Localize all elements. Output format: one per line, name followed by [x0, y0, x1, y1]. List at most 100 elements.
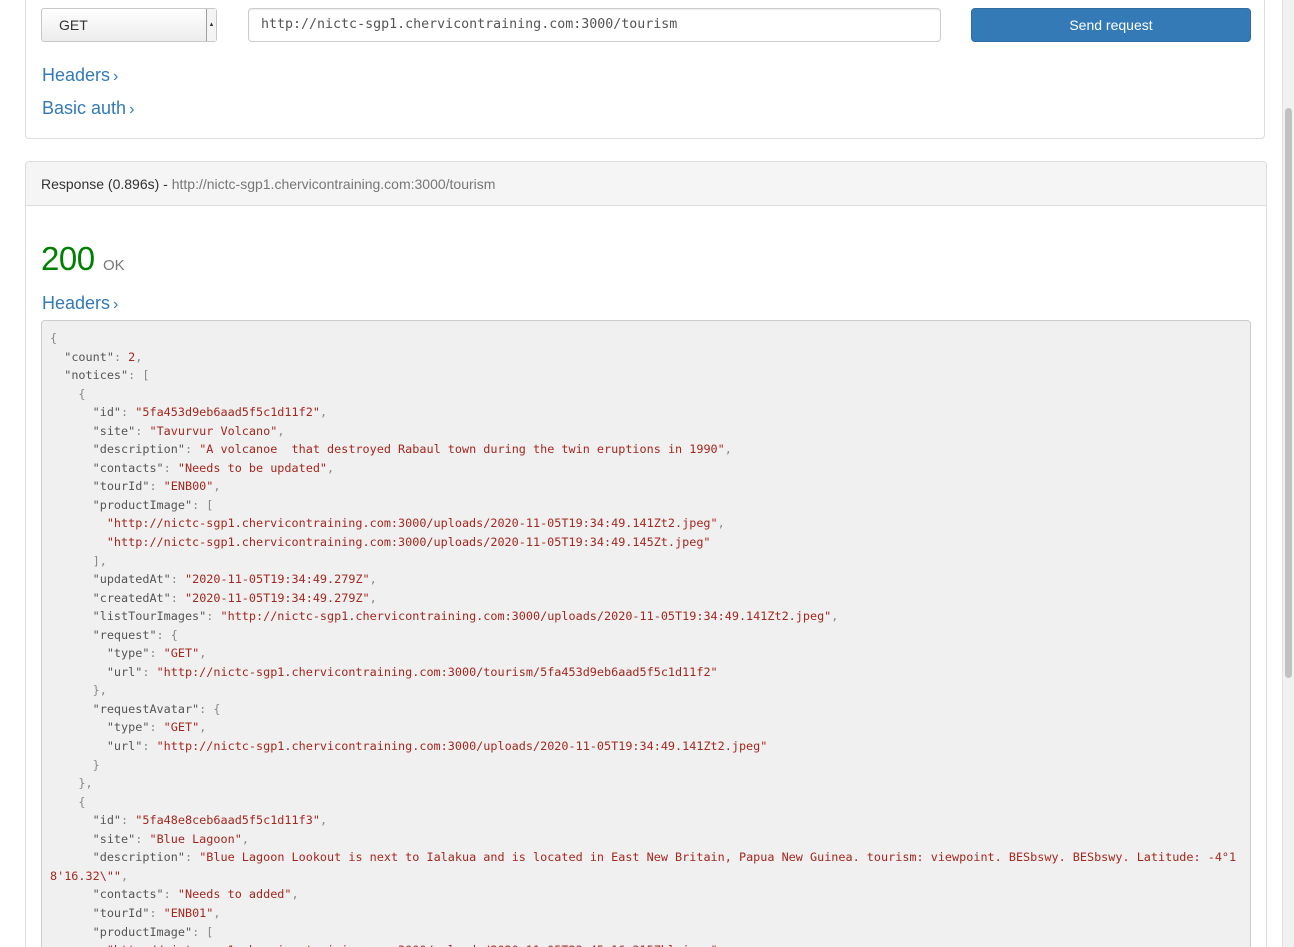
code-token: :: [142, 664, 157, 679]
code-token: "2020-11-05T19:34:49.279Z": [184, 572, 370, 587]
code-line: },: [50, 683, 107, 697]
code-token: {: [78, 794, 86, 809]
code-token: "updatedAt": [92, 572, 171, 587]
code-line: {: [50, 794, 86, 809]
code-line: "listTourImages": "http://nictc-sgp1.che…: [50, 609, 839, 624]
code-token: {: [50, 331, 58, 345]
code-line: "url": "http://nictc-sgp1.chervicontrain…: [50, 665, 718, 679]
scrollbar-thumb[interactable]: [1285, 108, 1292, 678]
code-token: :: [149, 905, 164, 920]
code-token: "notices": [64, 368, 129, 383]
code-line: "productImage": [: [50, 497, 214, 512]
code-token: :: [170, 590, 185, 605]
code-token: "http://nictc-sgp1.chervicontraining.com…: [220, 609, 832, 624]
method-select-value: GET: [59, 17, 88, 33]
response-headers-toggle[interactable]: Headers ›: [42, 293, 118, 314]
code-line: "count": 2,: [50, 350, 142, 364]
page-scrollbar[interactable]: [1282, 0, 1294, 947]
code-token: :: [163, 887, 178, 902]
code-line: "updatedAt": "2020-11-05T19:34:49.279Z",: [50, 572, 377, 586]
code-token: ,: [327, 460, 335, 475]
request-headers-label: Headers: [42, 65, 111, 85]
code-token: : {: [199, 701, 221, 716]
code-token: ,: [369, 572, 377, 587]
code-token: "tourId": [92, 905, 150, 920]
code-token: "site": [92, 423, 136, 438]
response-panel: Response (0.896s) - http://nictc-sgp1.ch…: [25, 161, 1267, 947]
response-url: http://nictc-sgp1.chervicontraining.com:…: [171, 176, 496, 192]
status-text: OK: [103, 257, 125, 274]
code-token: :: [121, 405, 136, 420]
code-token: "contacts": [92, 887, 164, 902]
code-token: "site": [92, 831, 136, 846]
code-token: :: [163, 460, 178, 475]
code-token: :: [206, 609, 221, 624]
code-token: :: [135, 423, 150, 438]
code-line: "id": "5fa453d9eb6aad5f5c1d11f2",: [50, 405, 327, 419]
code-token: ,: [319, 405, 328, 420]
code-token: "url": [106, 739, 143, 754]
code-token: : [: [192, 497, 214, 512]
code-token: : [: [192, 924, 214, 939]
status-code: 200: [41, 240, 95, 277]
code-token: "Blue Lagoon Lookout is next to Ialakua …: [50, 850, 1237, 883]
code-token: ,: [199, 720, 207, 735]
code-token: "5fa48e8ceb6aad5f5c1d11f3": [135, 813, 320, 828]
code-token: "request": [92, 627, 157, 642]
code-token: : {: [156, 627, 178, 642]
code-token: "GET": [163, 720, 200, 735]
code-token: "contacts": [92, 460, 164, 475]
send-request-button[interactable]: Send request: [971, 8, 1251, 42]
code-token: "http://nictc-sgp1.chervicontraining.com…: [106, 535, 711, 550]
code-line: "createdAt": "2020-11-05T19:34:49.279Z",: [50, 591, 377, 605]
basic-auth-toggle[interactable]: Basic auth ›: [42, 98, 134, 119]
code-token: : [: [128, 368, 150, 383]
code-token: ,: [241, 831, 249, 846]
url-input[interactable]: http://nictc-sgp1.chervicontraining.com:…: [248, 8, 941, 42]
request-headers-toggle[interactable]: Headers ›: [42, 65, 118, 86]
code-token: "tourId": [92, 479, 150, 494]
response-body-text: { "count": 2, "notices": [ { "id": "5fa4…: [50, 329, 1242, 947]
code-token: ,: [717, 516, 725, 531]
code-token: ,: [831, 609, 839, 624]
code-token: },: [92, 683, 107, 698]
code-line: },: [50, 776, 92, 790]
code-token: ,: [213, 479, 221, 494]
code-token: "5fa453d9eb6aad5f5c1d11f2": [135, 405, 320, 420]
code-line: "type": "GET",: [50, 646, 206, 660]
code-token: "url": [106, 664, 143, 679]
code-token: {: [78, 386, 86, 401]
code-token: "description": [92, 442, 185, 457]
code-token: "count": [64, 349, 114, 364]
select-arrow-icon[interactable]: ▲: [206, 9, 216, 41]
code-token: :: [149, 479, 164, 494]
code-token: :: [149, 720, 164, 735]
response-headers-label: Headers: [42, 293, 111, 313]
code-token: :: [121, 813, 136, 828]
code-token: ,: [213, 905, 221, 920]
code-token: ],: [92, 553, 107, 568]
code-line: ],: [50, 554, 107, 568]
code-line: "requestAvatar": {: [50, 701, 221, 716]
code-line: "contacts": "Needs to added",: [50, 887, 299, 901]
code-token: "id": [92, 405, 122, 420]
method-select[interactable]: GET ▲: [41, 8, 217, 42]
request-panel: GET ▲ http://nictc-sgp1.chervicontrainin…: [25, 0, 1265, 139]
response-heading: Response (0.896s) - http://nictc-sgp1.ch…: [26, 162, 1266, 206]
status-row: 200 OK: [41, 240, 125, 278]
code-token: "Needs to be updated": [177, 460, 328, 475]
code-line: "description": "Blue Lagoon Lookout is n…: [50, 850, 1236, 883]
code-token: :: [170, 572, 185, 587]
code-token: :: [142, 739, 157, 754]
